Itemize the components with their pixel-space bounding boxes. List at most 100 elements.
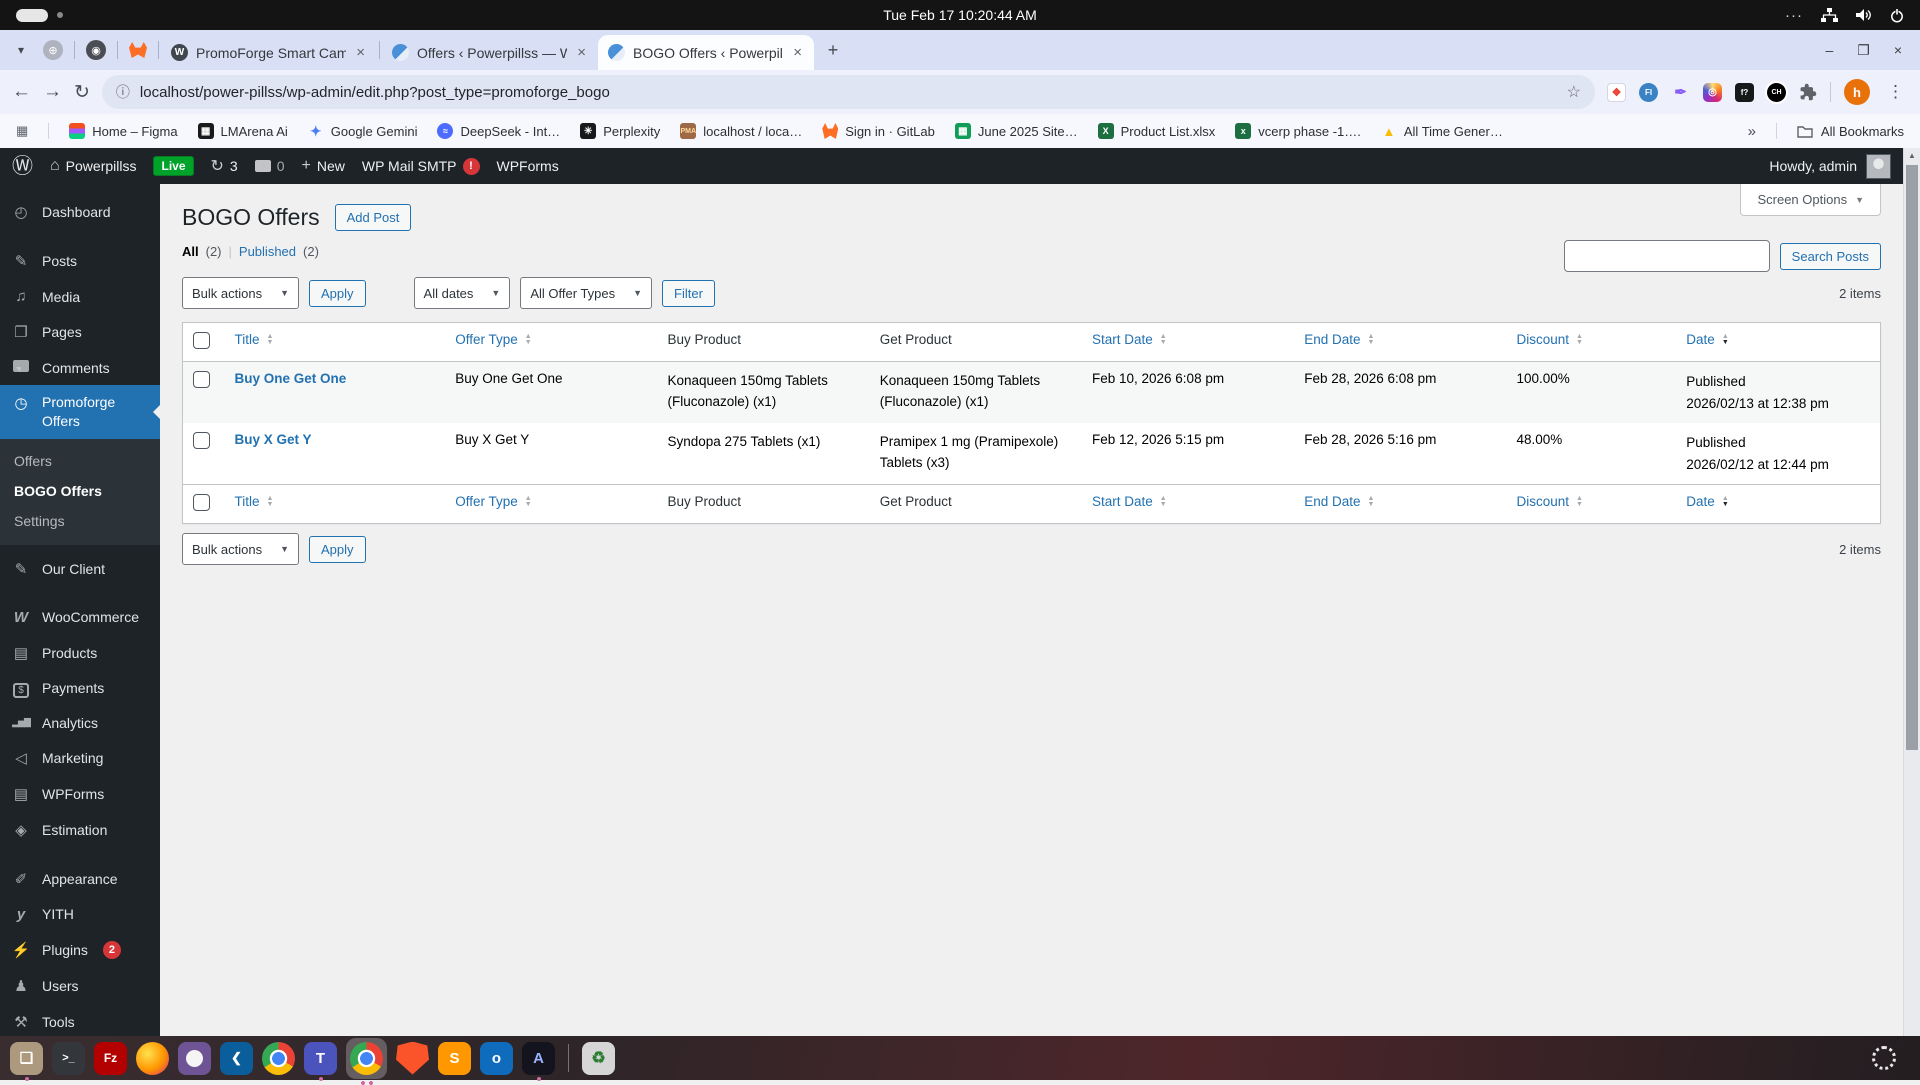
admin-avatar[interactable] (1866, 153, 1891, 179)
sidebar-item-products[interactable]: ▤ Products (0, 635, 160, 671)
search-input[interactable] (1563, 240, 1770, 272)
restore-icon[interactable]: ❐ (1857, 42, 1870, 59)
bookmark-item[interactable]: ▦ June 2025 Site… (954, 123, 1078, 139)
pinned-tab-gitlab-icon[interactable] (129, 42, 147, 58)
tab-close-icon[interactable]: × (354, 44, 367, 61)
row-checkbox[interactable] (182, 361, 225, 424)
apply-button[interactable]: Apply (309, 535, 366, 563)
column-header-end-date[interactable]: End Date ▲ ▼ (1294, 484, 1507, 524)
chromium-icon[interactable] (262, 1041, 295, 1075)
power-icon[interactable] (1890, 8, 1904, 23)
ch-extension-icon[interactable]: CH (1767, 82, 1786, 102)
submenu-item-offers[interactable]: Offers (0, 446, 160, 476)
sidebar-item-analytics[interactable]: ▂▅▇ Analytics (0, 706, 160, 740)
submenu-item-bogo-offers[interactable]: BOGO Offers (0, 476, 160, 506)
column-header-date[interactable]: Date ▲ ▼ (1676, 484, 1881, 524)
view-all-link[interactable]: All (182, 244, 199, 259)
tab-close-icon[interactable]: × (575, 44, 588, 61)
apply-button[interactable]: Apply (309, 279, 366, 307)
reload-icon[interactable]: ↻ (74, 81, 90, 104)
sidebar-item-yith[interactable]: y YITH (0, 897, 160, 932)
view-published-link[interactable]: Published (239, 244, 296, 259)
brave-icon[interactable] (396, 1041, 429, 1075)
github-icon[interactable] (178, 1041, 211, 1075)
app-a-icon[interactable]: A (522, 1041, 555, 1075)
file-manager-icon[interactable]: ❏ (10, 1041, 43, 1075)
column-header-start-date[interactable]: Start Date ▲ ▼ (1081, 484, 1295, 524)
terminal-icon[interactable]: >_ (52, 1041, 85, 1075)
sidebar-item-our-client[interactable]: ✎ Our Client (0, 551, 160, 587)
sidebar-item-appearance[interactable]: ✐ Appearance (0, 861, 160, 897)
apps-grid-icon[interactable]: ▦ (16, 123, 28, 139)
sidebar-item-payments[interactable]: $ Payments (0, 671, 160, 706)
workspaces-icon[interactable] (1872, 1046, 1896, 1070)
column-header-date[interactable]: Date ▲ ▼ (1676, 322, 1881, 362)
photos-extension-icon[interactable]: ❖ (1607, 82, 1626, 102)
outlook-icon[interactable]: o (480, 1041, 513, 1075)
address-bar[interactable]: ⓘ localhost/power-pillss/wp-admin/edit.p… (101, 75, 1595, 109)
profile-avatar[interactable]: h (1844, 79, 1870, 105)
filter-button[interactable]: Filter (662, 279, 715, 307)
volume-icon[interactable] (1856, 8, 1872, 22)
sidebar-item-marketing[interactable]: ◁ Marketing (0, 740, 160, 776)
network-icon[interactable] (1821, 7, 1838, 23)
offer-title-link[interactable]: Buy X Get Y (235, 432, 312, 447)
minimize-icon[interactable]: – (1825, 42, 1833, 58)
column-header-end-date[interactable]: End Date ▲ ▼ (1294, 322, 1507, 362)
column-header-offer-type[interactable]: Offer Type ▲ ▼ (445, 322, 658, 362)
vscode-icon[interactable]: ❮ (220, 1041, 253, 1075)
sidebar-item-estimation[interactable]: ◈ Estimation (0, 812, 160, 848)
browser-tab[interactable]: Offers ‹ Powerpillss — W × (382, 35, 598, 70)
url-text[interactable]: localhost/power-pillss/wp-admin/edit.php… (140, 84, 610, 101)
wordpress-logo-icon[interactable]: Ⓦ (12, 156, 33, 177)
sidebar-item-tools[interactable]: ⚒ Tools (0, 1004, 160, 1040)
wpforms-menu[interactable]: WPForms (497, 158, 559, 174)
screen-options-button[interactable]: Screen Options ▼ (1740, 184, 1881, 216)
tray-overflow-icon[interactable]: ··· (1785, 7, 1803, 24)
bookmark-item[interactable]: X Product List.xlsx (1097, 123, 1215, 139)
pinned-tab-dark-icon[interactable]: ◉ (86, 40, 106, 60)
bulk-actions-select[interactable]: Bulk actions ▼ (182, 277, 300, 309)
scroll-up-icon[interactable]: ▲ (1904, 148, 1920, 163)
bookmark-item[interactable]: x vcerp phase -1…. (1235, 123, 1361, 139)
sidebar-item-woocommerce[interactable]: W WooCommerce (0, 600, 160, 635)
select-all-checkbox[interactable] (182, 484, 225, 524)
updates-menu[interactable]: ↻ 3 (211, 156, 238, 176)
trash-icon[interactable]: ♻ (582, 1041, 615, 1075)
column-header-title[interactable]: Title ▲ ▼ (224, 484, 446, 524)
column-header-offer-type[interactable]: Offer Type ▲ ▼ (445, 484, 658, 524)
extensions-puzzle-icon[interactable] (1799, 83, 1817, 101)
scrollbar-thumb[interactable] (1906, 165, 1918, 750)
teams-linux-icon[interactable]: T (304, 1041, 337, 1075)
bookmark-item[interactable]: ▦ LMArena Ai (197, 123, 288, 139)
column-header-discount[interactable]: Discount ▲ ▼ (1506, 322, 1677, 362)
camera-extension-icon[interactable]: ◎ (1703, 82, 1722, 102)
new-tab-button[interactable]: + (820, 37, 846, 63)
bookmark-item[interactable]: Sign in · GitLab (822, 123, 935, 139)
bookmark-item[interactable]: PMA localhost / loca… (680, 123, 802, 139)
bookmark-item[interactable]: ≈ DeepSeek - Int… (437, 123, 560, 139)
bookmark-star-icon[interactable]: ☆ (1567, 82, 1581, 102)
system-clock[interactable]: Tue Feb 17 10:20:44 AM (883, 7, 1037, 23)
offer-types-filter-select[interactable]: All Offer Types ▼ (520, 277, 653, 309)
column-header-start-date[interactable]: Start Date ▲ ▼ (1081, 322, 1295, 362)
sidebar-item-pages[interactable]: ❐ Pages (0, 314, 160, 350)
column-header-title[interactable]: Title ▲ ▼ (224, 322, 446, 362)
sidebar-item-comments[interactable]: Comments (0, 350, 160, 385)
sidebar-item-users[interactable]: ♟ Users (0, 968, 160, 1004)
site-name-menu[interactable]: ⌂ Powerpillss (50, 157, 136, 175)
column-header-discount[interactable]: Discount ▲ ▼ (1506, 484, 1677, 524)
f-question-extension-icon[interactable]: f? (1735, 82, 1754, 102)
sidebar-item-plugins[interactable]: ⚡ Plugins 2 (0, 932, 160, 968)
bulk-actions-select[interactable]: Bulk actions ▼ (182, 533, 300, 566)
wp-mail-smtp-menu[interactable]: WP Mail SMTP! (362, 157, 480, 175)
sidebar-item-wpforms[interactable]: ▤ WPForms (0, 776, 160, 812)
back-icon[interactable]: ← (12, 81, 31, 103)
sidebar-item-dashboard[interactable]: ◴ Dashboard (0, 194, 160, 230)
sublime-text-icon[interactable]: S (438, 1041, 471, 1075)
sidebar-item-media[interactable]: ♫ Media (0, 279, 160, 314)
search-posts-button[interactable]: Search Posts (1779, 242, 1881, 270)
filezilla-icon[interactable]: Fz (94, 1041, 127, 1075)
browser-tab[interactable]: W PromoForge Smart Camp × (161, 35, 377, 70)
all-bookmarks-button[interactable]: All Bookmarks (1797, 124, 1904, 139)
